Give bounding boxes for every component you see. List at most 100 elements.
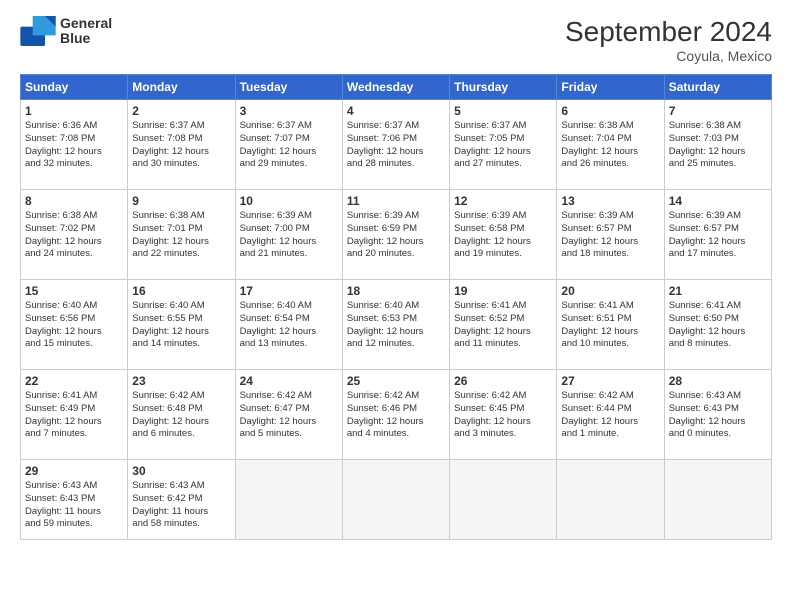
month-title: September 2024 bbox=[565, 16, 772, 48]
logo-text: General Blue bbox=[60, 16, 112, 47]
logo-line2: Blue bbox=[60, 31, 112, 46]
daylight-line1: Daylight: 12 hours bbox=[669, 326, 767, 339]
calendar-cell: 16Sunrise: 6:40 AMSunset: 6:55 PMDayligh… bbox=[128, 280, 235, 370]
calendar-cell: 17Sunrise: 6:40 AMSunset: 6:54 PMDayligh… bbox=[235, 280, 342, 370]
daylight-line1: Daylight: 12 hours bbox=[454, 326, 552, 339]
daylight-line1: Daylight: 12 hours bbox=[561, 416, 659, 429]
daylight-line1: Daylight: 12 hours bbox=[347, 236, 445, 249]
sunset-line: Sunset: 7:01 PM bbox=[132, 223, 230, 236]
sunrise-line: Sunrise: 6:36 AM bbox=[25, 120, 123, 133]
daylight-line1: Daylight: 12 hours bbox=[454, 236, 552, 249]
daylight-line2: and 11 minutes. bbox=[454, 338, 552, 351]
sunset-line: Sunset: 7:05 PM bbox=[454, 133, 552, 146]
sunrise-line: Sunrise: 6:40 AM bbox=[347, 300, 445, 313]
daylight-line2: and 15 minutes. bbox=[25, 338, 123, 351]
sunset-line: Sunset: 6:53 PM bbox=[347, 313, 445, 326]
daylight-line2: and 7 minutes. bbox=[25, 428, 123, 441]
calendar-row: 1Sunrise: 6:36 AMSunset: 7:08 PMDaylight… bbox=[21, 100, 772, 190]
calendar-cell: 19Sunrise: 6:41 AMSunset: 6:52 PMDayligh… bbox=[450, 280, 557, 370]
daylight-line2: and 24 minutes. bbox=[25, 248, 123, 261]
daylight-line1: Daylight: 12 hours bbox=[240, 416, 338, 429]
daylight-line1: Daylight: 12 hours bbox=[132, 146, 230, 159]
daylight-line2: and 3 minutes. bbox=[454, 428, 552, 441]
calendar-cell bbox=[450, 460, 557, 540]
day-number: 24 bbox=[240, 374, 338, 388]
day-number: 3 bbox=[240, 104, 338, 118]
sunset-line: Sunset: 6:47 PM bbox=[240, 403, 338, 416]
sunrise-line: Sunrise: 6:38 AM bbox=[25, 210, 123, 223]
sunset-line: Sunset: 6:57 PM bbox=[669, 223, 767, 236]
day-number: 6 bbox=[561, 104, 659, 118]
calendar-row: 15Sunrise: 6:40 AMSunset: 6:56 PMDayligh… bbox=[21, 280, 772, 370]
calendar-row: 22Sunrise: 6:41 AMSunset: 6:49 PMDayligh… bbox=[21, 370, 772, 460]
calendar-cell: 25Sunrise: 6:42 AMSunset: 6:46 PMDayligh… bbox=[342, 370, 449, 460]
sunset-line: Sunset: 6:51 PM bbox=[561, 313, 659, 326]
sunrise-line: Sunrise: 6:38 AM bbox=[132, 210, 230, 223]
daylight-line1: Daylight: 11 hours bbox=[132, 506, 230, 519]
sunset-line: Sunset: 6:54 PM bbox=[240, 313, 338, 326]
sunset-line: Sunset: 6:46 PM bbox=[347, 403, 445, 416]
day-number: 2 bbox=[132, 104, 230, 118]
sunrise-line: Sunrise: 6:41 AM bbox=[561, 300, 659, 313]
weekday-header-row: Sunday Monday Tuesday Wednesday Thursday… bbox=[21, 75, 772, 100]
title-block: September 2024 Coyula, Mexico bbox=[565, 16, 772, 64]
sunset-line: Sunset: 6:59 PM bbox=[347, 223, 445, 236]
daylight-line1: Daylight: 12 hours bbox=[132, 416, 230, 429]
calendar-table: Sunday Monday Tuesday Wednesday Thursday… bbox=[20, 74, 772, 540]
sunrise-line: Sunrise: 6:40 AM bbox=[132, 300, 230, 313]
sunset-line: Sunset: 7:02 PM bbox=[25, 223, 123, 236]
sunset-line: Sunset: 6:49 PM bbox=[25, 403, 123, 416]
daylight-line1: Daylight: 12 hours bbox=[561, 326, 659, 339]
sunrise-line: Sunrise: 6:42 AM bbox=[347, 390, 445, 403]
daylight-line2: and 30 minutes. bbox=[132, 158, 230, 171]
calendar-cell: 15Sunrise: 6:40 AMSunset: 6:56 PMDayligh… bbox=[21, 280, 128, 370]
daylight-line1: Daylight: 12 hours bbox=[561, 146, 659, 159]
calendar-cell: 11Sunrise: 6:39 AMSunset: 6:59 PMDayligh… bbox=[342, 190, 449, 280]
sunset-line: Sunset: 6:57 PM bbox=[561, 223, 659, 236]
calendar-cell: 21Sunrise: 6:41 AMSunset: 6:50 PMDayligh… bbox=[664, 280, 771, 370]
calendar-row: 29Sunrise: 6:43 AMSunset: 6:43 PMDayligh… bbox=[21, 460, 772, 540]
sunrise-line: Sunrise: 6:40 AM bbox=[240, 300, 338, 313]
day-number: 14 bbox=[669, 194, 767, 208]
day-number: 15 bbox=[25, 284, 123, 298]
calendar-cell bbox=[557, 460, 664, 540]
daylight-line1: Daylight: 12 hours bbox=[240, 326, 338, 339]
daylight-line2: and 27 minutes. bbox=[454, 158, 552, 171]
day-number: 8 bbox=[25, 194, 123, 208]
sunset-line: Sunset: 6:45 PM bbox=[454, 403, 552, 416]
sunrise-line: Sunrise: 6:39 AM bbox=[454, 210, 552, 223]
daylight-line1: Daylight: 12 hours bbox=[561, 236, 659, 249]
sunrise-line: Sunrise: 6:37 AM bbox=[240, 120, 338, 133]
day-number: 27 bbox=[561, 374, 659, 388]
calendar-cell: 18Sunrise: 6:40 AMSunset: 6:53 PMDayligh… bbox=[342, 280, 449, 370]
daylight-line1: Daylight: 12 hours bbox=[25, 326, 123, 339]
sunrise-line: Sunrise: 6:43 AM bbox=[669, 390, 767, 403]
calendar-cell bbox=[664, 460, 771, 540]
header-wednesday: Wednesday bbox=[342, 75, 449, 100]
daylight-line2: and 0 minutes. bbox=[669, 428, 767, 441]
header-thursday: Thursday bbox=[450, 75, 557, 100]
day-number: 26 bbox=[454, 374, 552, 388]
daylight-line1: Daylight: 12 hours bbox=[669, 146, 767, 159]
day-number: 23 bbox=[132, 374, 230, 388]
sunset-line: Sunset: 6:50 PM bbox=[669, 313, 767, 326]
header-sunday: Sunday bbox=[21, 75, 128, 100]
calendar-row: 8Sunrise: 6:38 AMSunset: 7:02 PMDaylight… bbox=[21, 190, 772, 280]
calendar-cell bbox=[235, 460, 342, 540]
sunset-line: Sunset: 7:07 PM bbox=[240, 133, 338, 146]
daylight-line1: Daylight: 11 hours bbox=[25, 506, 123, 519]
day-number: 1 bbox=[25, 104, 123, 118]
sunrise-line: Sunrise: 6:40 AM bbox=[25, 300, 123, 313]
day-number: 21 bbox=[669, 284, 767, 298]
daylight-line2: and 5 minutes. bbox=[240, 428, 338, 441]
day-number: 30 bbox=[132, 464, 230, 478]
sunset-line: Sunset: 6:52 PM bbox=[454, 313, 552, 326]
daylight-line2: and 32 minutes. bbox=[25, 158, 123, 171]
sunset-line: Sunset: 7:03 PM bbox=[669, 133, 767, 146]
daylight-line1: Daylight: 12 hours bbox=[454, 146, 552, 159]
sunrise-line: Sunrise: 6:39 AM bbox=[561, 210, 659, 223]
sunset-line: Sunset: 7:04 PM bbox=[561, 133, 659, 146]
sunrise-line: Sunrise: 6:41 AM bbox=[25, 390, 123, 403]
sunrise-line: Sunrise: 6:42 AM bbox=[561, 390, 659, 403]
daylight-line2: and 20 minutes. bbox=[347, 248, 445, 261]
